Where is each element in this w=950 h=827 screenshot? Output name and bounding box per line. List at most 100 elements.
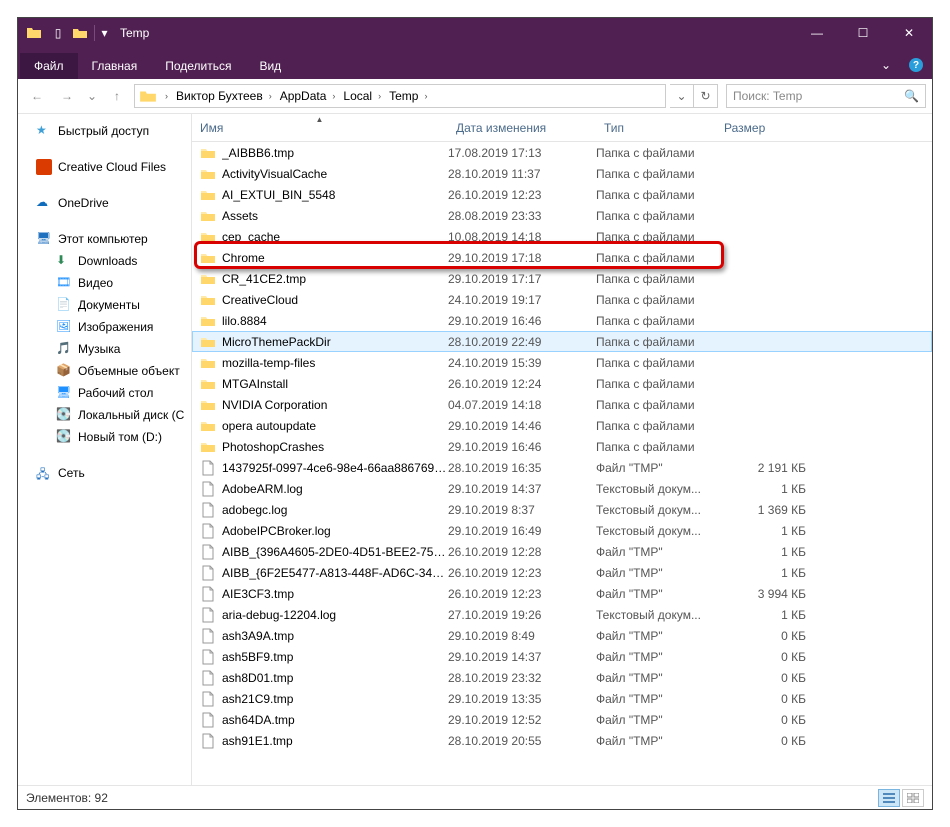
file-row[interactable]: mozilla-temp-files24.10.2019 15:39Папка … [192,352,932,373]
file-size: 0 КБ [736,650,806,664]
nav-up-button[interactable]: ↑ [104,83,130,109]
file-row[interactable]: ash64DA.tmp29.10.2019 12:52Файл "TMP"0 К… [192,709,932,730]
file-size: 1 КБ [736,524,806,538]
file-name: AIBB_{396A4605-2DE0-4D51-BEE2-7565EF... [222,545,448,559]
file-row[interactable]: CR_41CE2.tmp29.10.2019 17:17Папка с файл… [192,268,932,289]
file-type: Папка с файлами [596,377,736,391]
file-icon [200,460,216,476]
file-row[interactable]: lilo.888429.10.2019 16:46Папка с файлами [192,310,932,331]
file-row[interactable]: ash3A9A.tmp29.10.2019 8:49Файл "TMP"0 КБ [192,625,932,646]
refresh-button[interactable]: ↻ [694,84,718,108]
file-row[interactable]: MTGAInstall26.10.2019 12:24Папка с файла… [192,373,932,394]
sidebar-item-disk[interactable]: 💽Новый том (D:) [18,426,191,448]
breadcrumb-item[interactable]: Temp› [389,89,433,103]
nav-back-button[interactable]: ← [24,83,50,109]
file-row[interactable]: ash91E1.tmp28.10.2019 20:55Файл "TMP"0 К… [192,730,932,751]
view-details-button[interactable] [878,789,900,807]
file-type: Файл "TMP" [596,692,736,706]
file-row[interactable]: opera autoupdate29.10.2019 14:46Папка с … [192,415,932,436]
ribbon-collapse-icon[interactable]: ⌄ [876,55,896,75]
file-row[interactable]: 1437925f-0997-4ce6-98e4-66aa886769de...2… [192,457,932,478]
sidebar-item-docs[interactable]: 📄Документы [18,294,191,316]
ribbon-tab-share[interactable]: Поделиться [151,53,245,79]
file-date: 29.10.2019 14:37 [448,482,596,496]
breadcrumb-item[interactable]: Local› [343,89,387,103]
close-button[interactable]: ✕ [886,18,932,48]
nav-recent-button[interactable]: ⌄ [84,83,100,109]
pictures-icon: 🖼 [56,319,72,335]
nav-forward-button[interactable]: → [54,83,80,109]
file-date: 29.10.2019 12:52 [448,713,596,727]
file-size: 3 994 КБ [736,587,806,601]
help-icon[interactable]: ? [906,55,926,75]
address-dropdown-button[interactable]: ⌄ [670,84,694,108]
sidebar-network[interactable]: 🖧 Сеть [18,462,191,484]
file-row[interactable]: ActivityVisualCache28.10.2019 11:37Папка… [192,163,932,184]
breadcrumb-item[interactable]: AppData› [280,89,342,103]
column-header-size[interactable]: Размер [716,114,826,141]
file-row[interactable]: cep_cache10.08.2019 14:18Папка с файлами [192,226,932,247]
file-type: Файл "TMP" [596,545,736,559]
sidebar-item-objects[interactable]: 📦Объемные объект [18,360,191,382]
file-row[interactable]: AIE3CF3.tmp26.10.2019 12:23Файл "TMP"3 9… [192,583,932,604]
sidebar-this-pc[interactable]: 🖥 Этот компьютер [18,228,191,250]
column-header-name[interactable]: Имя ▲ [192,114,448,141]
ribbon-tab-view[interactable]: Вид [245,53,295,79]
file-icon [200,691,216,707]
file-row[interactable]: _AIBBB6.tmp17.08.2019 17:13Папка с файла… [192,142,932,163]
file-row[interactable]: aria-debug-12204.log27.10.2019 19:26Текс… [192,604,932,625]
breadcrumb-bar[interactable]: › Виктор Бухтеев› AppData› Local› Temp› [134,84,666,108]
file-name: ash91E1.tmp [222,734,448,748]
file-date: 28.10.2019 20:55 [448,734,596,748]
file-row[interactable]: ash8D01.tmp28.10.2019 23:32Файл "TMP"0 К… [192,667,932,688]
file-row[interactable]: Chrome29.10.2019 17:18Папка с файлами [192,247,932,268]
file-row[interactable]: MicroThemePackDir28.10.2019 22:49Папка с… [192,331,932,352]
minimize-button[interactable]: — [794,18,840,48]
file-icon [200,607,216,623]
folder-icon [200,439,216,455]
sidebar-quick-access[interactable]: ★ Быстрый доступ [18,120,191,142]
file-list[interactable]: _AIBBB6.tmp17.08.2019 17:13Папка с файла… [192,142,932,785]
sidebar-cc-files[interactable]: Creative Cloud Files [18,156,191,178]
file-name: lilo.8884 [222,314,448,328]
ribbon-tab-main[interactable]: Главная [78,53,152,79]
file-date: 29.10.2019 8:37 [448,503,596,517]
breadcrumb-item[interactable]: Виктор Бухтеев› [176,89,278,103]
file-view: Имя ▲ Дата изменения Тип Размер _AIBBB6.… [192,114,932,785]
column-header-type[interactable]: Тип [596,114,716,141]
sidebar-item-desktop[interactable]: 🖥Рабочий стол [18,382,191,404]
file-row[interactable]: NVIDIA Corporation04.07.2019 14:18Папка … [192,394,932,415]
sidebar-item-video[interactable]: 🎞Видео [18,272,191,294]
qat-properties-icon[interactable]: ▯ [50,25,66,41]
file-row[interactable]: AIBB_{396A4605-2DE0-4D51-BEE2-7565EF...2… [192,541,932,562]
view-icons-button[interactable] [902,789,924,807]
ribbon-file-tab[interactable]: Файл [20,53,78,79]
sidebar-item-music[interactable]: 🎵Музыка [18,338,191,360]
file-row[interactable]: AIBB_{6F2E5477-A813-448F-AD6C-34FB7...26… [192,562,932,583]
file-date: 24.10.2019 19:17 [448,293,596,307]
file-type: Папка с файлами [596,167,736,181]
file-row[interactable]: AI_EXTUI_BIN_554826.10.2019 12:23Папка с… [192,184,932,205]
file-row[interactable]: Assets28.08.2019 23:33Папка с файлами [192,205,932,226]
sidebar-item-disk[interactable]: 💽Локальный диск (C [18,404,191,426]
sidebar-item-downloads[interactable]: ⬇Downloads [18,250,191,272]
file-row[interactable]: PhotoshopCrashes29.10.2019 16:46Папка с … [192,436,932,457]
column-header-date[interactable]: Дата изменения [448,114,596,141]
qat-newfolder-icon[interactable] [72,25,88,41]
file-row[interactable]: ash21C9.tmp29.10.2019 13:35Файл "TMP"0 К… [192,688,932,709]
file-size: 1 КБ [736,566,806,580]
file-icon [200,628,216,644]
file-row[interactable]: AdobeARM.log29.10.2019 14:37Текстовый до… [192,478,932,499]
window-folder-icon [26,25,42,41]
sidebar-item-pictures[interactable]: 🖼Изображения [18,316,191,338]
file-icon [200,733,216,749]
search-input[interactable]: Поиск: Temp 🔍 [726,84,926,108]
file-row[interactable]: ash5BF9.tmp29.10.2019 14:37Файл "TMP"0 К… [192,646,932,667]
file-row[interactable]: adobegc.log29.10.2019 8:37Текстовый доку… [192,499,932,520]
file-row[interactable]: CreativeCloud24.10.2019 19:17Папка с фай… [192,289,932,310]
navigation-pane[interactable]: ★ Быстрый доступ Creative Cloud Files ☁ … [18,114,192,785]
qat-dropdown-icon[interactable]: ▾ [94,25,110,41]
sidebar-onedrive[interactable]: ☁ OneDrive [18,192,191,214]
maximize-button[interactable]: ☐ [840,18,886,48]
file-row[interactable]: AdobeIPCBroker.log29.10.2019 16:49Тексто… [192,520,932,541]
